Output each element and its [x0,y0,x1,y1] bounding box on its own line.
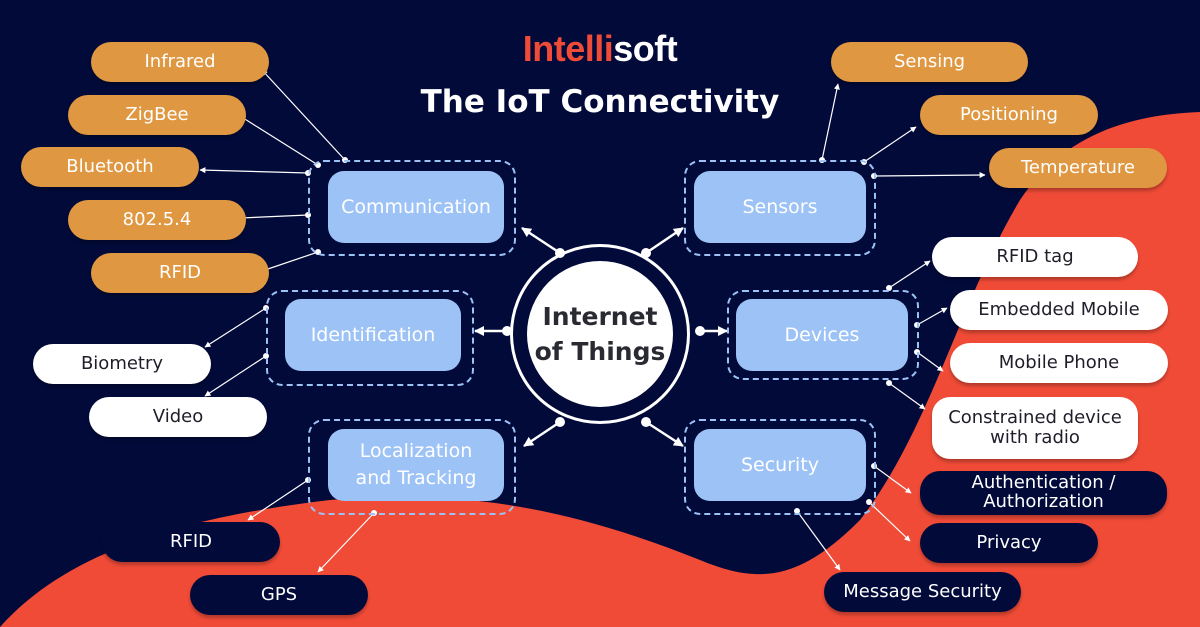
item-video-label: Video [152,406,204,428]
category-sensors[interactable]: Sensors [694,171,866,243]
category-security-label: Security [740,453,820,476]
item-bluetooth-label: Bluetooth [66,156,154,178]
item-802-5-4[interactable]: 802.5.4 [68,200,246,240]
item-rfid-localization[interactable]: RFID [102,522,280,562]
item-rfid-communication-label: RFID [158,262,202,284]
category-sensors-label: Sensors [742,195,818,218]
item-bluetooth[interactable]: Bluetooth [21,147,199,187]
item-message-security-label: Message Security [843,581,1002,603]
item-positioning[interactable]: Positioning [920,95,1098,135]
item-embedded-mobile[interactable]: Embedded Mobile [950,290,1168,330]
item-802-5-4-label: 802.5.4 [122,209,192,231]
hub-line-1: Internet [542,302,658,331]
hub-line-2: of Things [534,337,666,366]
item-rfid-localization-label: RFID [169,531,213,553]
item-temperature-label: Temperature [1020,157,1136,179]
item-embedded-mobile-label: Embedded Mobile [978,299,1140,321]
item-sensing[interactable]: Sensing [831,42,1028,82]
item-positioning-label: Positioning [960,104,1058,126]
category-communication-label: Communication [341,195,491,218]
item-auth-label-2: Authorization [983,491,1104,512]
item-zigbee-label: ZigBee [125,104,189,126]
item-biometry-label: Biometry [80,353,164,375]
item-mobile-phone-label: Mobile Phone [998,352,1120,374]
item-constrained-device-label-1: Constrained device [948,407,1122,429]
item-rfid-communication[interactable]: RFID [91,253,269,293]
brand-logo-part2: soft [613,28,678,69]
category-devices[interactable]: Devices [736,299,908,371]
item-constrained-device[interactable]: Constrained device with radio [932,397,1138,459]
item-mobile-phone[interactable]: Mobile Phone [950,343,1168,383]
brand-logo-part1: Intelli [522,28,614,69]
iot-connectivity-diagram: Intellisoft The IoT Connectivity Interne… [0,0,1200,627]
item-gps[interactable]: GPS [190,575,368,615]
category-security[interactable]: Security [694,429,866,501]
item-zigbee[interactable]: ZigBee [68,95,246,135]
item-temperature[interactable]: Temperature [989,148,1167,188]
item-privacy-label: Privacy [976,532,1042,554]
category-communication[interactable]: Communication [328,171,504,243]
item-authentication-authorization[interactable]: Authentication / Authorization [920,471,1167,515]
category-identification-label: Identification [310,323,436,346]
item-sensing-label: Sensing [893,51,966,73]
item-biometry[interactable]: Biometry [33,344,211,384]
hub-internet-of-things: Internet of Things [527,261,673,407]
item-message-security[interactable]: Message Security [824,572,1021,612]
category-localization-label-2: and Tracking [355,467,477,489]
item-video[interactable]: Video [89,397,267,437]
item-rfid-tag[interactable]: RFID tag [932,237,1138,277]
item-gps-label: GPS [260,584,298,606]
category-localization-label-1: Localization [359,440,473,463]
item-constrained-device-label-2: with radio [990,427,1080,448]
item-privacy[interactable]: Privacy [920,523,1098,563]
item-auth-label-1: Authentication / [971,472,1116,494]
item-infrared[interactable]: Infrared [91,42,269,82]
category-identification[interactable]: Identification [285,299,461,371]
item-rfid-tag-label: RFID tag [996,246,1074,268]
category-devices-label: Devices [784,323,860,346]
item-infrared-label: Infrared [144,51,216,73]
category-localization-tracking[interactable]: Localization and Tracking [328,429,504,501]
